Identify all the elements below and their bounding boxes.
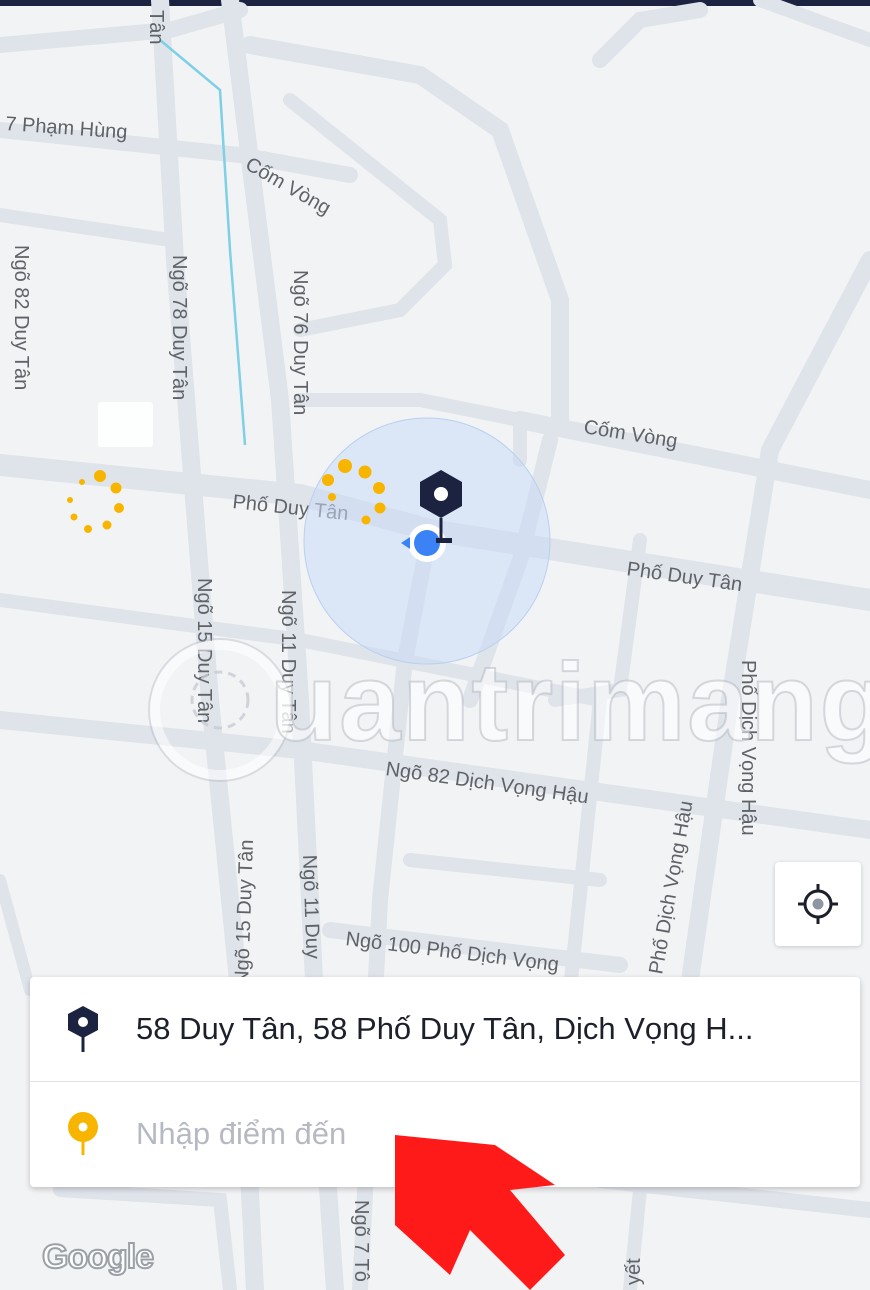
- street-label-ngo-78-duy-tan: Ngõ 78 Duy Tân: [168, 255, 190, 400]
- building: [98, 402, 153, 447]
- pickup-field[interactable]: 58 Duy Tân, 58 Phố Duy Tân, Dịch Vọng H.…: [30, 977, 860, 1082]
- pickup-address-text: 58 Duy Tân, 58 Phố Duy Tân, Dịch Vọng H.…: [136, 1011, 754, 1046]
- google-logo: Google: [41, 1237, 155, 1277]
- street-label-ngo-7: Ngõ 7 Tô: [350, 1200, 372, 1282]
- road: [0, 874, 36, 996]
- road: [592, 2, 708, 68]
- street-label-ngo-15-duy-tan: Ngõ 15 Duy Tân: [231, 839, 258, 985]
- road: [403, 853, 607, 887]
- pickup-pin-icon: [68, 1006, 98, 1052]
- crosshair-locate-icon: [798, 884, 838, 924]
- street-label-pho-dich-vong-hau: Phố Dịch Vọng Hậu: [737, 660, 759, 836]
- road: [0, 208, 177, 247]
- road: [563, 693, 607, 997]
- street-label-ngo-82-dich-vong-hau: Ngõ 82 Dịch Vọng Hậu: [384, 758, 590, 808]
- road: [0, 2, 248, 53]
- street-label-tan-top: Tân: [145, 10, 167, 44]
- street-label-ngo-11-duy: Ngõ 11 Duy: [298, 854, 324, 959]
- street-label-ngo-15-duy-tan: Ngõ 15 Duy Tân: [193, 578, 215, 723]
- street-label-ngo-11-duy-tan: Ngõ 11 Duy Tân: [277, 590, 299, 734]
- street-label-ngo-82-duy-tan: Ngõ 82 Duy Tân: [10, 245, 32, 390]
- street-label-duyet: yết: [623, 1258, 645, 1285]
- destination-pin-icon: [68, 1112, 98, 1155]
- my-location-button[interactable]: [775, 862, 861, 946]
- road: [283, 93, 453, 337]
- red-arrow-annotation: [395, 1135, 565, 1290]
- road: [753, 0, 870, 47]
- app-screen: 7 Phạm Hùng Tân Cốm Vòng Cốm Vòng Phố Du…: [0, 0, 870, 1290]
- street-label-ngo-76-duy-tan: Ngõ 76 Duy Tân: [289, 270, 311, 415]
- road: [511, 411, 870, 499]
